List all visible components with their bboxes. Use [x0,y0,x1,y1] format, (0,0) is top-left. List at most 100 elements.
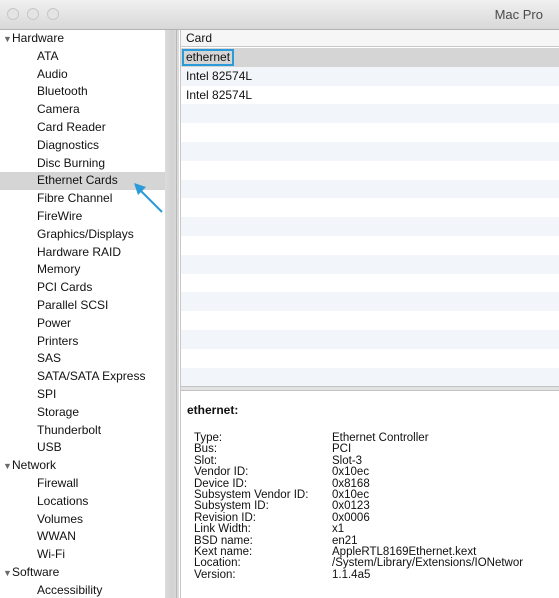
property-value: x1 [332,523,345,536]
sidebar-item-label: Card Reader [37,119,106,134]
disclosure-triangle-icon[interactable]: ▼ [3,31,12,49]
sidebar-item-audio[interactable]: Audio [0,66,165,84]
property-key: Location: [194,557,241,570]
sidebar-item-volumes[interactable]: Volumes [0,511,165,529]
card-table: ethernet Intel 82574L Intel 82574L [181,48,559,386]
empty-table-row [181,349,559,368]
sidebar-item-label: Fibre Channel [37,191,113,206]
sidebar-item-label: Accessibility [37,582,103,597]
card-name: Intel 82574L [186,68,253,83]
sidebar-item-label: Wi-Fi [37,547,65,562]
property-row: Type: Ethernet Controller [194,432,523,444]
empty-table-row [181,254,559,274]
sidebar-item-accessibility[interactable]: Accessibility [0,582,165,598]
sidebar-item-graphics-displays[interactable]: Graphics/Displays [0,226,165,244]
empty-table-row [181,141,559,161]
sidebar-item-sas[interactable]: SAS [0,350,165,368]
sidebar-item-label: Printers [37,333,79,348]
sidebar-item-ata[interactable]: ATA [0,48,165,66]
sidebar-item-camera[interactable]: Camera [0,101,165,119]
empty-table-row [181,179,559,199]
sidebar-item-locations[interactable]: Locations [0,493,165,511]
property-value: 0x10ec [332,466,370,479]
sidebar-item-label: Disc Burning [37,155,106,170]
property-value: /System/Library/Extensions/IONetwor [332,557,524,570]
sidebar-item-usb[interactable]: USB [0,439,165,457]
property-value: 1.1.4a5 [332,568,371,581]
sidebar-item-firewall[interactable]: Firewall [0,475,165,493]
property-value: Slot-3 [332,454,363,467]
empty-table-row [181,311,559,330]
disclosure-triangle-icon[interactable]: ▼ [3,565,12,583]
table-row[interactable]: Intel 82574L [181,66,559,86]
property-value: en21 [332,534,358,547]
property-value: 0x10ec [332,488,370,501]
sidebar-item-pci-cards[interactable]: PCI Cards [0,279,165,297]
property-row: Link Width: x1 [194,523,523,536]
property-value: 0x8168 [332,477,370,490]
table-row[interactable]: ethernet [181,48,559,67]
sidebar-item-label: Graphics/Displays [37,226,134,241]
sidebar-item-label: FireWire [37,208,83,223]
sidebar-item-sata-sata-express[interactable]: SATA/SATA Express [0,368,165,386]
window-title: Mac Pro [494,7,543,22]
sidebar-item-label: Memory [37,262,81,277]
sidebar-item-label: Firewall [37,475,79,490]
sidebar-item-label: Ethernet Cards [37,173,118,188]
sidebar-item-label: Volumes [37,511,84,526]
title-bar: Mac Pro [0,0,559,30]
empty-table-row [181,161,559,180]
sidebar-item-label: Power [37,315,72,330]
property-value: 0x0123 [332,500,370,513]
sidebar-item-label: Locations [37,493,89,508]
sidebar-item-ethernet-cards[interactable]: Ethernet Cards [0,172,165,191]
sidebar-item-label: Software [12,564,60,579]
splitter-line [176,30,177,598]
sidebar-item-label: PCI Cards [37,280,93,295]
sidebar-item-fibre-channel[interactable]: Fibre Channel [0,190,165,208]
sidebar-item-label: Hardware RAID [37,244,122,259]
sidebar-item-printers[interactable]: Printers [0,333,165,351]
sidebar-item-wi-fi[interactable]: Wi-Fi [0,546,165,564]
sidebar-item-diagnostics[interactable]: Diagnostics [0,137,165,155]
sidebar-item-spi[interactable]: SPI [0,386,165,404]
main-pane: Card ethernet Intel 82574L Intel 82574L et… [181,30,559,598]
sidebar-item-power[interactable]: Power [0,315,165,333]
sidebar-group-software[interactable]: ▼Software [0,564,165,582]
minimize-window-button[interactable] [27,8,39,20]
column-header-card[interactable]: Card [181,30,559,47]
table-row[interactable]: Intel 82574L [181,86,559,105]
empty-table-row [181,329,559,349]
sidebar-item-disc-burning[interactable]: Disc Burning [0,155,165,173]
sidebar-item-bluetooth[interactable]: Bluetooth [0,83,165,101]
sidebar-item-card-reader[interactable]: Card Reader [0,119,165,137]
sidebar-item-hardware-raid[interactable]: Hardware RAID [0,244,165,262]
property-value: PCI [332,443,352,456]
zoom-window-button[interactable] [47,8,59,20]
empty-table-row [181,198,559,217]
empty-table-row [181,292,559,312]
sidebar-item-label: Thunderbolt [37,422,102,437]
property-key: Version: [194,568,236,581]
sidebar-item-wwan[interactable]: WWAN [0,528,165,546]
property-key: Vendor ID: [194,466,249,479]
close-window-button[interactable] [7,8,19,20]
card-name: Intel 82574L [186,87,253,102]
sidebar: ▼Hardware ATA Audio Bluetooth Camera Card Rea… [0,30,165,598]
sidebar-item-parallel-scsi[interactable]: Parallel SCSI [0,297,165,315]
details-pane: ethernet: Type: Ethernet Controller Bus: PC… [181,391,559,598]
sidebar-item-label: Network [12,458,57,473]
disclosure-triangle-icon[interactable]: ▼ [3,458,12,476]
sidebar-item-firewire[interactable]: FireWire [0,208,165,226]
sidebar-item-memory[interactable]: Memory [0,261,165,279]
sidebar-item-label: Storage [37,404,80,419]
sidebar-item-label: Camera [37,102,80,117]
sidebar-group-hardware[interactable]: ▼Hardware [0,30,165,48]
sidebar-item-thunderbolt[interactable]: Thunderbolt [0,422,165,440]
empty-table-row [181,104,559,124]
sidebar-item-label: Audio [37,66,68,81]
card-name: ethernet [182,49,235,66]
property-value: 0x0006 [332,511,370,524]
sidebar-group-network[interactable]: ▼Network [0,457,165,475]
sidebar-item-storage[interactable]: Storage [0,404,165,422]
